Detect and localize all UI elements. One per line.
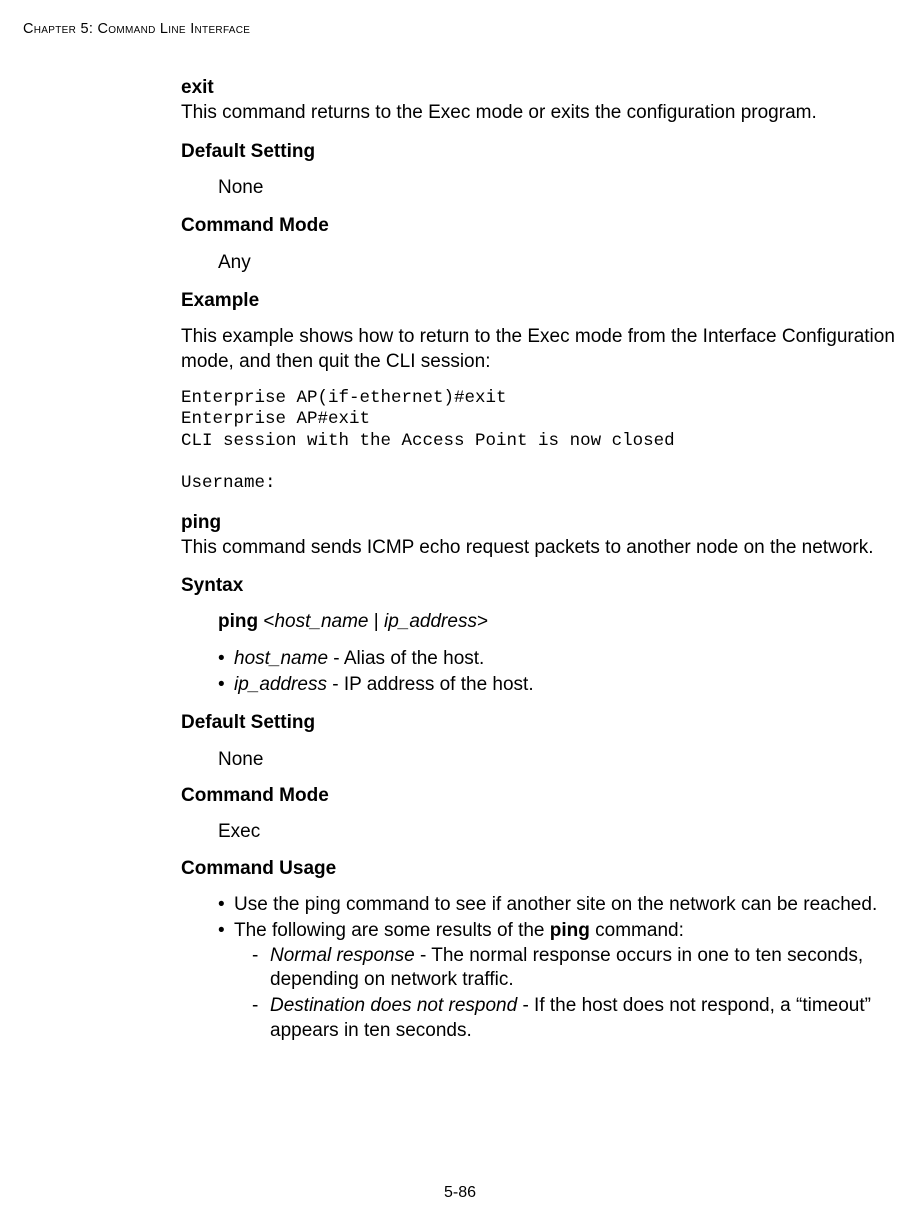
syntax-arg-item: host_name - Alias of the host. xyxy=(218,647,897,671)
result-item: Normal response - The normal response oc… xyxy=(252,944,897,993)
arg-name-ip: ip_address xyxy=(234,674,327,695)
ping-description: This command sends ICMP echo request pac… xyxy=(181,536,897,560)
result-item: Destination does not respond - If the ho… xyxy=(252,994,897,1043)
results-list: Normal response - The normal response oc… xyxy=(234,944,897,1043)
syntax-arg-ip-address: ip_address xyxy=(384,611,477,632)
syntax-sep: | xyxy=(369,611,385,632)
page-number: 5-86 xyxy=(0,1184,920,1202)
command-usage-label: Command Usage xyxy=(181,857,897,881)
arg-desc-host: - Alias of the host. xyxy=(328,648,484,669)
command-name-ping: ping xyxy=(181,511,897,535)
syntax-arg-host-name: host_name xyxy=(274,611,368,632)
syntax-close: > xyxy=(477,611,488,632)
command-mode-label-exit: Command Mode xyxy=(181,214,897,238)
usage-list: Use the ping command to see if another s… xyxy=(218,893,897,1043)
command-mode-value-ping: Exec xyxy=(218,820,897,844)
syntax-label: Syntax xyxy=(181,574,897,598)
example-description: This example shows how to return to the … xyxy=(181,325,897,374)
syntax-arg-list: host_name - Alias of the host. ip_addres… xyxy=(218,647,897,698)
usage-prefix: The following are some results of the xyxy=(234,920,550,941)
default-setting-label-exit: Default Setting xyxy=(181,140,897,164)
command-name-exit: exit xyxy=(181,76,897,100)
usage-item: Use the ping command to see if another s… xyxy=(218,893,897,917)
exit-description: This command returns to the Exec mode or… xyxy=(181,101,897,125)
default-setting-value-exit: None xyxy=(218,176,897,200)
running-header: Chapter 5: Command Line Interface xyxy=(23,21,250,37)
default-setting-label-ping: Default Setting xyxy=(181,711,897,735)
default-setting-value-ping: None xyxy=(218,748,897,772)
usage-suffix: command: xyxy=(590,920,684,941)
arg-desc-ip: - IP address of the host. xyxy=(327,674,534,695)
page-content: exit This command returns to the Exec mo… xyxy=(181,76,897,1045)
syntax-arg-item: ip_address - IP address of the host. xyxy=(218,673,897,697)
command-mode-label-ping: Command Mode xyxy=(181,784,897,808)
syntax-command: ping xyxy=(218,611,258,632)
syntax-open: < xyxy=(258,611,274,632)
code-block-exit: Enterprise AP(if-ethernet)#exit Enterpri… xyxy=(181,388,897,495)
example-label: Example xyxy=(181,289,897,313)
usage-bold-ping: ping xyxy=(550,920,590,941)
result-name-norespond: Destination does not respond xyxy=(270,995,517,1016)
usage-item: The following are some results of the pi… xyxy=(218,919,897,1043)
arg-name-host: host_name xyxy=(234,648,328,669)
result-name-normal: Normal response xyxy=(270,945,415,966)
syntax-line: ping <host_name | ip_address> xyxy=(218,610,897,634)
command-mode-value-exit: Any xyxy=(218,251,897,275)
